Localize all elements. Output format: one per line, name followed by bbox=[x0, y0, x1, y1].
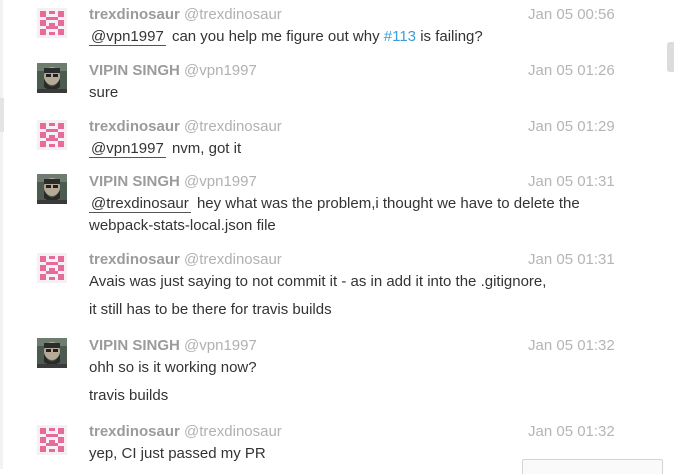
message-timestamp[interactable]: Jan 05 01:29 bbox=[528, 118, 615, 136]
author-name[interactable]: VIPIN SINGH bbox=[89, 62, 180, 79]
message-text: webpack-stats-local.json file bbox=[89, 217, 276, 234]
message-timestamp[interactable]: Jan 05 01:31 bbox=[528, 251, 615, 269]
author-handle[interactable]: @trexdinosaur bbox=[184, 118, 282, 135]
message-header: VIPIN SINGH @vpn1997 bbox=[89, 337, 257, 355]
avatar-photo[interactable] bbox=[37, 338, 67, 368]
avatar-photo[interactable] bbox=[37, 174, 67, 204]
message-text: @vpn1997 nvm, got it bbox=[89, 138, 619, 160]
message-header: VIPIN SINGH @vpn1997 bbox=[89, 62, 257, 80]
author-name[interactable]: trexdinosaur bbox=[89, 251, 180, 268]
message-text-part: hey what was the problem,i thought we ha… bbox=[196, 195, 580, 212]
message-text: @trexdinosaur hey what was the problem,i… bbox=[89, 193, 619, 215]
author-name[interactable]: VIPIN SINGH bbox=[89, 173, 180, 190]
avatar-photo[interactable] bbox=[37, 63, 67, 93]
author-handle[interactable]: @vpn1997 bbox=[184, 173, 257, 190]
message-text-part: is failing? bbox=[420, 28, 483, 45]
message-text: travis builds bbox=[89, 387, 169, 404]
message-timestamp[interactable]: Jan 05 00:56 bbox=[528, 6, 615, 24]
message-timestamp[interactable]: Jan 05 01:31 bbox=[528, 173, 615, 191]
message-header: VIPIN SINGH @vpn1997 bbox=[89, 173, 257, 191]
message-header: trexdinosaur @trexdinosaur bbox=[89, 251, 282, 269]
author-handle[interactable]: @trexdinosaur bbox=[184, 6, 282, 23]
author-name[interactable]: trexdinosaur bbox=[89, 6, 180, 23]
message-text: Avais was just saying to not commit it -… bbox=[89, 273, 547, 290]
author-handle[interactable]: @trexdinosaur bbox=[184, 423, 282, 440]
avatar-identicon[interactable] bbox=[37, 253, 67, 283]
message-timestamp[interactable]: Jan 05 01:32 bbox=[528, 337, 615, 355]
message-text: @vpn1997 can you help me figure out why … bbox=[89, 26, 619, 48]
message-header: trexdinosaur @trexdinosaur bbox=[89, 118, 282, 136]
author-handle[interactable]: @trexdinosaur bbox=[184, 251, 282, 268]
message-timestamp[interactable]: Jan 05 01:32 bbox=[528, 423, 615, 441]
author-handle[interactable]: @vpn1997 bbox=[184, 337, 257, 354]
message-text: sure bbox=[89, 84, 119, 101]
user-mention[interactable]: @trexdinosaur bbox=[89, 195, 191, 213]
author-name[interactable]: trexdinosaur bbox=[89, 118, 180, 135]
avatar-identicon[interactable] bbox=[37, 120, 67, 150]
user-mention[interactable]: @vpn1997 bbox=[89, 140, 166, 158]
avatar-identicon[interactable] bbox=[37, 8, 67, 38]
avatar-identicon[interactable] bbox=[37, 425, 67, 455]
message-header: trexdinosaur @trexdinosaur bbox=[89, 6, 282, 24]
message-text-part: can you help me figure out why bbox=[171, 28, 380, 45]
message-text: ohh so is it working now? bbox=[89, 359, 257, 376]
message-text: it still has to be there for travis buil… bbox=[89, 301, 332, 318]
user-mention[interactable]: @vpn1997 bbox=[89, 28, 166, 46]
author-name[interactable]: VIPIN SINGH bbox=[89, 337, 180, 354]
author-handle[interactable]: @vpn1997 bbox=[184, 62, 257, 79]
scrollbar-thumb[interactable] bbox=[667, 42, 674, 72]
message-text-part: nvm, got it bbox=[171, 140, 242, 157]
chat-message-list[interactable]: trexdinosaur @trexdinosaur Jan 05 00:56 … bbox=[0, 0, 674, 469]
author-name[interactable]: trexdinosaur bbox=[89, 423, 180, 440]
message-header: trexdinosaur @trexdinosaur bbox=[89, 423, 282, 441]
message-timestamp[interactable]: Jan 05 01:26 bbox=[528, 62, 615, 80]
chat-input-box[interactable] bbox=[522, 459, 663, 474]
issue-link[interactable]: #113 bbox=[384, 28, 416, 45]
